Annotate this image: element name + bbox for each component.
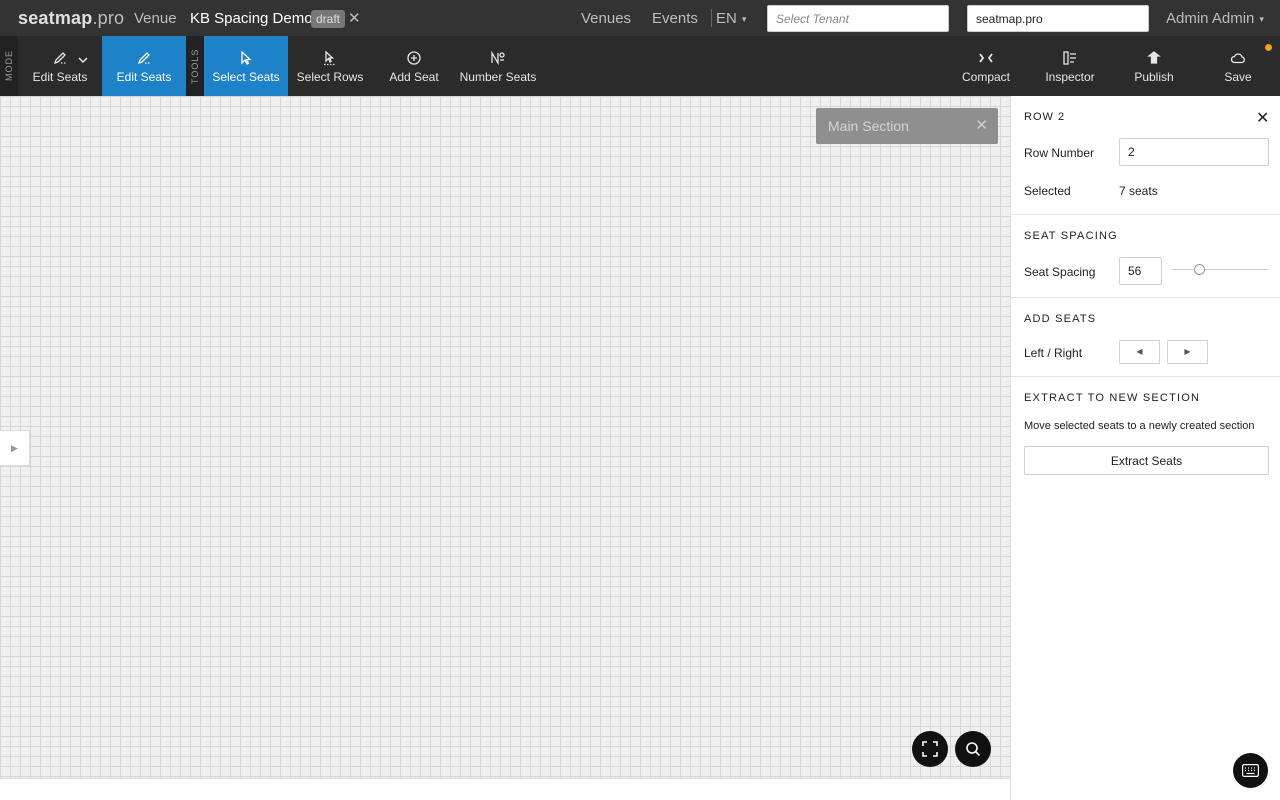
- numero-icon: [491, 50, 505, 66]
- section-name: Main Section: [828, 118, 909, 134]
- canvas-status-bar: [0, 778, 1010, 800]
- extract-description: Move selected seats to a newly created s…: [1024, 420, 1255, 432]
- venue-link[interactable]: Venue: [134, 10, 177, 27]
- close-panel-icon[interactable]: ✕: [1256, 108, 1269, 128]
- inspector-icon: [1063, 51, 1076, 65]
- unsaved-indicator: [1265, 44, 1272, 51]
- extract-heading: EXTRACT TO NEW SECTION: [1024, 392, 1201, 404]
- top-nav-bar: seatmap.pro Venue KB Spacing Demo draft …: [0, 0, 1280, 36]
- seat-spacing-slider-handle[interactable]: [1194, 264, 1205, 275]
- row-number-input[interactable]: [1119, 138, 1269, 166]
- add-seat-right-button[interactable]: ▶: [1167, 340, 1208, 364]
- nav-events-link[interactable]: Events: [652, 10, 698, 27]
- nav-divider: [711, 9, 712, 27]
- project-title: KB Spacing Demo: [190, 10, 313, 27]
- seatmap-canvas[interactable]: [0, 96, 1010, 778]
- language-selector[interactable]: EN ▾: [716, 10, 746, 27]
- nav-venues-link[interactable]: Venues: [581, 10, 631, 27]
- publish-label: Publish: [1134, 70, 1174, 84]
- user-name: Admin Admin: [1166, 10, 1255, 27]
- select-seats-label: Select Seats: [212, 70, 280, 84]
- publish-icon: [1147, 51, 1161, 64]
- chevron-down-icon: ▾: [741, 13, 747, 24]
- extract-seats-button[interactable]: Extract Seats: [1024, 446, 1269, 475]
- save-button[interactable]: Save: [1202, 36, 1274, 96]
- plus-circle-icon: [407, 51, 421, 65]
- compact-button[interactable]: Compact: [950, 36, 1022, 96]
- toolbar: MODE Edit Seats Edit Seats TOOLS Select …: [0, 36, 1280, 96]
- selected-label: Selected: [1024, 184, 1071, 198]
- mode-selector-button[interactable]: Edit Seats: [18, 36, 102, 96]
- tenant-select-input[interactable]: [767, 5, 949, 32]
- logo[interactable]: seatmap.pro: [18, 8, 124, 29]
- publish-button[interactable]: Publish: [1118, 36, 1190, 96]
- select-rows-label: Select Rows: [296, 70, 364, 84]
- select-rows-tool[interactable]: Select Rows: [288, 36, 372, 96]
- add-seats-heading: ADD SEATS: [1024, 313, 1097, 325]
- close-section-icon[interactable]: ✕: [975, 108, 988, 144]
- number-seats-tool[interactable]: Number Seats: [456, 36, 540, 96]
- fullscreen-icon: [922, 741, 938, 757]
- seat-spacing-label: Seat Spacing: [1024, 265, 1096, 279]
- search-icon: [966, 742, 981, 757]
- section-divider: [1011, 376, 1280, 377]
- fullscreen-button[interactable]: [912, 731, 948, 767]
- row-cursor-icon: [324, 50, 336, 66]
- pen-icon: [137, 52, 150, 65]
- chevron-down-icon: ▾: [1259, 13, 1264, 24]
- seat-spacing-heading: SEAT SPACING: [1024, 230, 1118, 242]
- status-badge: draft: [311, 10, 346, 28]
- inspector-label: Inspector: [1045, 70, 1095, 84]
- cursor-icon: [241, 50, 252, 65]
- select-seats-tool[interactable]: Select Seats: [204, 36, 288, 96]
- domain-input[interactable]: [967, 5, 1149, 32]
- cloud-icon: [1230, 53, 1245, 64]
- mode-selector-label: Edit Seats: [32, 70, 88, 84]
- chevron-down-icon[interactable]: [78, 55, 88, 65]
- number-seats-label: Number Seats: [459, 70, 537, 84]
- seat-spacing-slider-track[interactable]: [1171, 269, 1269, 270]
- row-number-label: Row Number: [1024, 146, 1095, 160]
- keyboard-icon: [1242, 764, 1259, 777]
- inspector-button[interactable]: Inspector: [1034, 36, 1106, 96]
- add-seat-tool[interactable]: Add Seat: [372, 36, 456, 96]
- close-project-icon[interactable]: ✕: [348, 9, 361, 27]
- add-seat-label: Add Seat: [389, 70, 439, 84]
- edit-seats-mode-label: Edit Seats: [116, 70, 172, 84]
- inspector-panel: ROW 2 ✕ Row Number Selected 7 seats SEAT…: [1010, 96, 1280, 800]
- section-divider: [1011, 297, 1280, 298]
- left-right-label: Left / Right: [1024, 346, 1083, 360]
- compact-icon: [979, 53, 993, 63]
- mode-group-label: MODE: [0, 36, 18, 96]
- keyboard-shortcuts-button[interactable]: [1233, 753, 1268, 788]
- save-label: Save: [1224, 70, 1252, 84]
- add-seat-left-button[interactable]: ◀: [1119, 340, 1160, 364]
- section-divider: [1011, 214, 1280, 215]
- tools-group-label: TOOLS: [186, 36, 204, 96]
- selected-count: 7 seats: [1119, 184, 1158, 198]
- language-label: EN: [716, 10, 737, 27]
- section-indicator: Main Section ✕: [816, 108, 998, 144]
- pen-icon: [53, 52, 66, 65]
- panel-title: ROW 2: [1024, 111, 1066, 123]
- compact-label: Compact: [961, 70, 1011, 84]
- seat-spacing-input[interactable]: [1119, 257, 1162, 285]
- search-button[interactable]: [955, 731, 991, 767]
- user-menu[interactable]: Admin Admin ▾: [1166, 10, 1264, 27]
- edit-seats-mode-button[interactable]: Edit Seats: [102, 36, 186, 96]
- expand-sidebar-button[interactable]: ▶: [0, 430, 30, 466]
